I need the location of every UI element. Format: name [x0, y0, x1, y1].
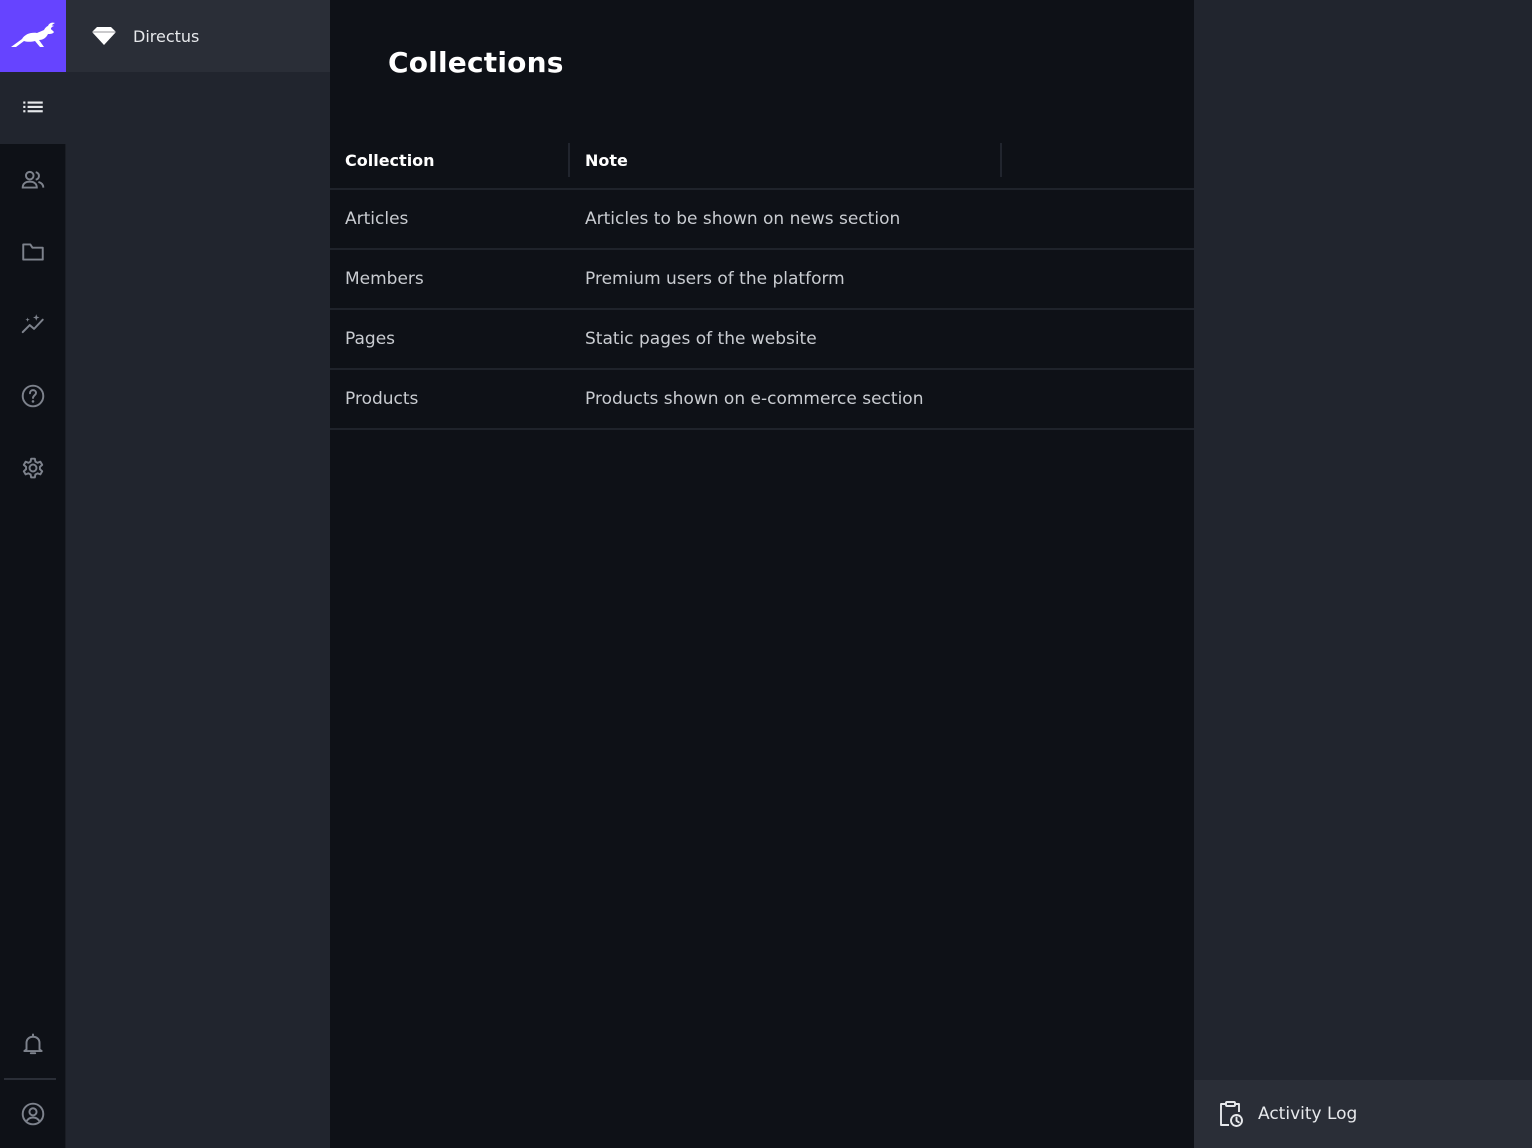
directus-logo[interactable] — [0, 0, 66, 72]
activity-log-label: Activity Log — [1258, 1104, 1358, 1124]
list-icon — [23, 101, 43, 113]
column-header-note[interactable]: Note — [585, 151, 628, 170]
user-menu-button[interactable] — [0, 1080, 66, 1148]
cell-collection: Products — [345, 389, 419, 409]
bell-icon — [23, 1033, 43, 1055]
module-content[interactable] — [0, 72, 66, 144]
sidebar: Activity Log — [1194, 0, 1532, 1148]
rabbit-logo-icon — [11, 22, 55, 47]
main-content: Collections Collection Note Articles Art… — [330, 0, 1194, 1148]
table-row[interactable]: Products Products shown on e-commerce se… — [330, 370, 1194, 430]
module-files[interactable] — [0, 216, 66, 288]
table-header: Collection Note — [330, 130, 1194, 190]
module-users[interactable] — [0, 144, 66, 216]
cell-collection: Pages — [345, 329, 396, 349]
project-switcher[interactable]: Directus — [66, 0, 330, 72]
cell-collection: Articles — [345, 209, 409, 229]
table-row[interactable]: Pages Static pages of the website — [330, 310, 1194, 370]
activity-log-button[interactable]: Activity Log — [1194, 1080, 1532, 1148]
module-bar — [0, 0, 66, 1148]
people-icon — [21, 170, 45, 189]
cell-note: Static pages of the website — [585, 329, 817, 349]
module-help[interactable] — [0, 360, 66, 432]
project-diamond-icon — [92, 27, 116, 45]
column-resize-handle[interactable] — [1000, 143, 1002, 177]
cell-note: Articles to be shown on news section — [585, 209, 901, 229]
table-row[interactable]: Members Premium users of the platform — [330, 250, 1194, 310]
project-name: Directus — [133, 26, 200, 46]
help-icon — [21, 384, 45, 408]
activity-clipboard-icon — [1220, 1101, 1243, 1127]
navigation-panel: Directus — [66, 0, 330, 1148]
account-icon — [21, 1102, 45, 1126]
module-insights[interactable] — [0, 288, 66, 360]
table-row[interactable]: Articles Articles to be shown on news se… — [330, 190, 1194, 250]
notifications-button[interactable] — [0, 1008, 66, 1080]
cell-note: Premium users of the platform — [585, 269, 845, 289]
cell-note: Products shown on e-commerce section — [585, 389, 924, 409]
page-title: Collections — [388, 46, 564, 79]
column-header-collection[interactable]: Collection — [345, 151, 435, 170]
column-resize-handle[interactable] — [568, 143, 570, 177]
cell-collection: Members — [345, 269, 424, 289]
collections-table: Collection Note Articles Articles to be … — [330, 130, 1194, 430]
module-settings[interactable] — [0, 432, 66, 504]
insights-icon — [21, 314, 44, 334]
folder-icon — [22, 243, 44, 261]
gear-icon — [22, 457, 44, 479]
